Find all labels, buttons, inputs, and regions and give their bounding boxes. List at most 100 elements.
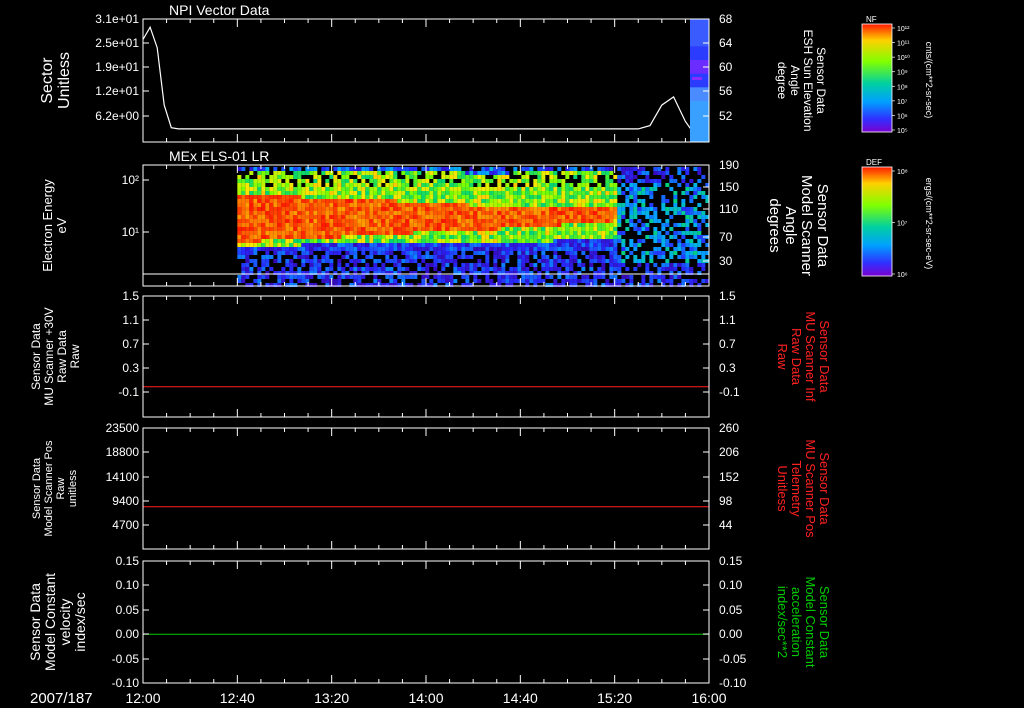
spectrogram-cell: [545, 215, 550, 219]
spectrogram-cell: [261, 203, 266, 207]
spectrogram-cell: [313, 191, 318, 195]
spectrogram-cell: [601, 195, 606, 199]
spectrogram-cell: [541, 171, 546, 175]
spectrogram-cell: [405, 251, 410, 255]
spectrogram-cell: [465, 255, 470, 259]
spectrogram-cell: [237, 219, 242, 223]
spectrogram-cell: [329, 263, 334, 267]
spectrogram-cell: [685, 167, 690, 171]
spectrogram-cell: [681, 199, 686, 203]
spectrogram-cell: [257, 231, 262, 235]
spectrogram-cell: [545, 219, 550, 223]
spectrogram-cell: [329, 195, 334, 199]
spectrogram-cell: [289, 219, 294, 223]
colorbar-tick-label: 10¹¹: [897, 41, 910, 48]
y-tick-label-right: 0.10: [719, 578, 743, 592]
spectrogram-cell: [405, 243, 410, 247]
spectrogram-cell: [305, 255, 310, 259]
spectrogram-cell: [357, 215, 362, 219]
spectrogram-cell: [561, 263, 566, 267]
spectrogram-cell: [357, 267, 362, 271]
spectrogram-cell: [505, 211, 510, 215]
spectrogram-cell: [349, 187, 354, 191]
spectrogram-cell: [245, 223, 250, 227]
spectrogram-cell: [509, 227, 514, 231]
spectrogram-cell: [617, 207, 622, 211]
spectrogram-cell: [597, 239, 602, 243]
spectrogram-cell: [265, 227, 270, 231]
spectrogram-cell: [581, 179, 586, 183]
spectrogram-cell: [321, 243, 326, 247]
spectrogram-cell: [529, 231, 534, 235]
spectrogram-cell: [605, 235, 610, 239]
spectrogram-cell: [477, 227, 482, 231]
spectrogram-cell: [473, 239, 478, 243]
spectrogram-cell: [333, 227, 338, 231]
spectrogram-cell: [289, 275, 294, 279]
spectrogram-cell: [573, 231, 578, 235]
spectrogram-cell: [485, 171, 490, 175]
spectrogram-cell: [501, 211, 506, 215]
spectrogram-cell: [641, 239, 646, 243]
spectrogram-cell: [409, 187, 414, 191]
spectrogram-cell: [569, 223, 574, 227]
spectrogram-cell: [529, 187, 534, 191]
spectrogram-cell: [417, 219, 422, 223]
spectrogram-cell: [609, 195, 614, 199]
spectrogram-cell: [437, 167, 442, 171]
spectrogram-cell: [273, 171, 278, 175]
spectrogram-cell: [409, 239, 414, 243]
spectrogram-cell: [329, 247, 334, 251]
spectrogram-cell: [365, 195, 370, 199]
spectrogram-cell: [645, 251, 650, 255]
spectrogram-cell: [257, 187, 262, 191]
spectrogram-cell: [333, 199, 338, 203]
spectrogram-cell: [409, 211, 414, 215]
spectrogram-cell: [485, 203, 490, 207]
spectrogram-cell: [269, 267, 274, 271]
spectrogram-cell: [477, 183, 482, 187]
y-axis-label-right: MU Scanner Pos: [803, 439, 818, 538]
y-tick-label: 0.00: [116, 627, 140, 641]
spectrogram-cell: [249, 219, 254, 223]
spectrogram-cell: [489, 235, 494, 239]
y-tick-label: -0.1: [118, 385, 139, 399]
spectrogram-cell: [573, 227, 578, 231]
spectrogram-cell: [277, 219, 282, 223]
spectrogram-cell: [629, 183, 634, 187]
spectrogram-cell: [413, 199, 418, 203]
spectrogram-cell: [281, 203, 286, 207]
spectrogram-cell: [629, 279, 634, 283]
spectrogram-cell: [501, 187, 506, 191]
spectrogram-cell: [673, 247, 678, 251]
colorbar-tick-label: 10⁷: [897, 99, 908, 106]
y-tick-label-right: 1.5: [719, 289, 736, 303]
spectrogram-cell: [701, 263, 706, 267]
spectrogram-cell: [269, 175, 274, 179]
spectrogram-cell: [561, 203, 566, 207]
spectrogram-cell: [413, 211, 418, 215]
spectrogram-cell: [385, 239, 390, 243]
spectrogram-cell: [429, 235, 434, 239]
spectrogram-cell: [653, 263, 658, 267]
spectrogram-cell: [557, 223, 562, 227]
spectrogram-cell: [261, 267, 266, 271]
spectrogram-cell: [445, 279, 450, 283]
panel-title: NPI Vector Data: [169, 2, 270, 18]
spectrogram-cell: [277, 203, 282, 207]
spectrogram-cell: [493, 231, 498, 235]
spectrogram-cell: [585, 171, 590, 175]
spectrogram-cell: [473, 187, 478, 191]
spectrogram-cell: [453, 167, 458, 171]
spectrogram-cell: [393, 223, 398, 227]
spectrogram-cell: [473, 251, 478, 255]
spectrogram-cell: [561, 195, 566, 199]
spectrogram-cell: [405, 175, 410, 179]
spectrogram-cell: [421, 243, 426, 247]
spectrogram-cell: [557, 239, 562, 243]
y-axis-label: Sector: [39, 57, 56, 104]
spectrogram-cell: [405, 235, 410, 239]
spectrogram-cell: [369, 167, 374, 171]
spectrogram-cell: [645, 207, 650, 211]
spectrogram-cell: [325, 203, 330, 207]
